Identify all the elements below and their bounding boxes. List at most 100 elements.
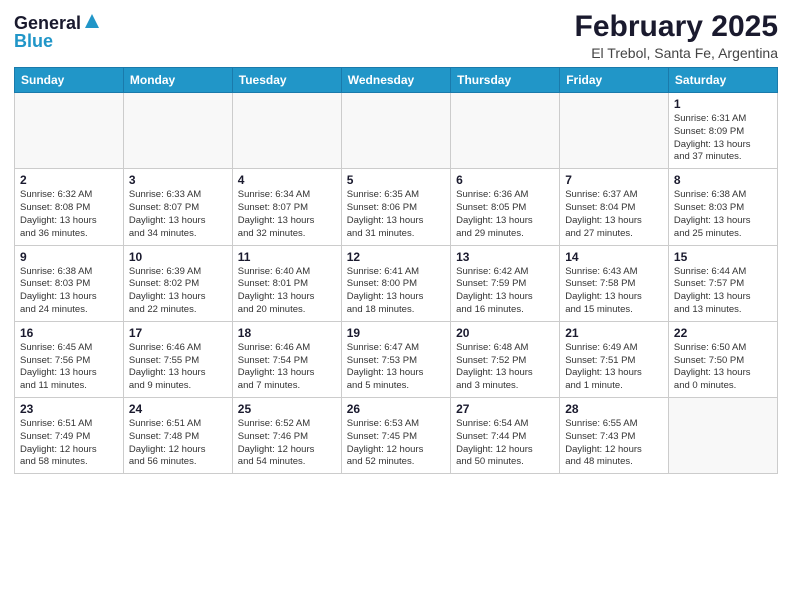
day-cell-3-6: 22 Sunrise: 6:50 AM Sunset: 7:50 PM Dayli… [668,321,777,397]
day-number-2-6: 15 [674,250,772,264]
day-info-4-0: Sunrise: 6:51 AM Sunset: 7:49 PM Dayligh… [20,418,118,469]
day-number-4-1: 24 [129,402,227,416]
day-cell-2-0: 9 Sunrise: 6:38 AM Sunset: 8:03 PM Daylig… [15,245,124,321]
day-cell-2-1: 10Sunrise: 6:39 AM Sunset: 8:02 PM Dayli… [123,245,232,321]
day-cell-0-4 [451,93,560,169]
header-saturday: Saturday [668,68,777,93]
day-info-3-1: Sunrise: 6:46 AM Sunset: 7:55 PM Dayligh… [129,342,227,393]
day-number-3-4: 20 [456,326,554,340]
day-cell-4-5: 28 Sunrise: 6:55 AM Sunset: 7:43 PM Dayli… [560,398,669,474]
day-number-0-6: 1 [674,97,772,111]
header-tuesday: Tuesday [232,68,341,93]
day-cell-3-1: 17 Sunrise: 6:46 AM Sunset: 7:55 PM Dayli… [123,321,232,397]
day-cell-3-2: 18 Sunrise: 6:46 AM Sunset: 7:54 PM Dayli… [232,321,341,397]
day-cell-1-1: 3Sunrise: 6:33 AM Sunset: 8:07 PM Daylig… [123,169,232,245]
day-info-3-6: Sunrise: 6:50 AM Sunset: 7:50 PM Dayligh… [674,342,772,393]
day-info-0-6: Sunrise: 6:31 AM Sunset: 8:09 PM Dayligh… [674,113,772,164]
day-cell-1-2: 4 Sunrise: 6:34 AM Sunset: 8:07 PM Daylig… [232,169,341,245]
page: General Blue February 2025 El Trebol, Sa… [0,0,792,612]
day-number-2-3: 12 [347,250,445,264]
day-number-1-0: 2 [20,173,118,187]
header-wednesday: Wednesday [341,68,450,93]
logo-text-blue: Blue [14,32,53,52]
day-number-4-0: 23 [20,402,118,416]
day-number-1-4: 6 [456,173,554,187]
day-info-1-0: Sunrise: 6:32 AM Sunset: 8:08 PM Dayligh… [20,189,118,240]
day-number-3-1: 17 [129,326,227,340]
day-number-3-3: 19 [347,326,445,340]
day-cell-4-3: 26 Sunrise: 6:53 AM Sunset: 7:45 PM Dayli… [341,398,450,474]
day-cell-2-3: 12 Sunrise: 6:41 AM Sunset: 8:00 PM Dayli… [341,245,450,321]
day-info-1-1: Sunrise: 6:33 AM Sunset: 8:07 PM Dayligh… [129,189,227,240]
day-info-2-5: Sunrise: 6:43 AM Sunset: 7:58 PM Dayligh… [565,266,663,317]
calendar-subtitle: El Trebol, Santa Fe, Argentina [575,45,778,61]
header-sunday: Sunday [15,68,124,93]
day-info-3-2: Sunrise: 6:46 AM Sunset: 7:54 PM Dayligh… [238,342,336,393]
day-cell-1-6: 8 Sunrise: 6:38 AM Sunset: 8:03 PM Daylig… [668,169,777,245]
day-cell-4-2: 25 Sunrise: 6:52 AM Sunset: 7:46 PM Dayli… [232,398,341,474]
day-number-3-0: 16 [20,326,118,340]
day-number-4-3: 26 [347,402,445,416]
day-number-2-5: 14 [565,250,663,264]
day-info-2-1: Sunrise: 6:39 AM Sunset: 8:02 PM Dayligh… [129,266,227,317]
day-number-2-2: 11 [238,250,336,264]
calendar-table: Sunday Monday Tuesday Wednesday Thursday… [14,67,778,474]
weekday-header-row: Sunday Monday Tuesday Wednesday Thursday… [15,68,778,93]
day-number-4-5: 28 [565,402,663,416]
day-number-3-2: 18 [238,326,336,340]
day-number-3-6: 22 [674,326,772,340]
day-info-3-3: Sunrise: 6:47 AM Sunset: 7:53 PM Dayligh… [347,342,445,393]
day-cell-1-4: 6Sunrise: 6:36 AM Sunset: 8:05 PM Daylig… [451,169,560,245]
day-cell-0-3 [341,93,450,169]
day-cell-4-1: 24Sunrise: 6:51 AM Sunset: 7:48 PM Dayli… [123,398,232,474]
day-cell-1-5: 7 Sunrise: 6:37 AM Sunset: 8:04 PM Daylig… [560,169,669,245]
day-number-1-3: 5 [347,173,445,187]
header-friday: Friday [560,68,669,93]
week-row-0: 1 Sunrise: 6:31 AM Sunset: 8:09 PM Daylig… [15,93,778,169]
day-number-1-6: 8 [674,173,772,187]
day-cell-1-3: 5Sunrise: 6:35 AM Sunset: 8:06 PM Daylig… [341,169,450,245]
day-info-2-0: Sunrise: 6:38 AM Sunset: 8:03 PM Dayligh… [20,266,118,317]
day-cell-3-5: 21 Sunrise: 6:49 AM Sunset: 7:51 PM Dayli… [560,321,669,397]
day-info-2-4: Sunrise: 6:42 AM Sunset: 7:59 PM Dayligh… [456,266,554,317]
day-number-3-5: 21 [565,326,663,340]
day-info-4-5: Sunrise: 6:55 AM Sunset: 7:43 PM Dayligh… [565,418,663,469]
day-number-1-5: 7 [565,173,663,187]
day-cell-0-1 [123,93,232,169]
day-cell-4-4: 27 Sunrise: 6:54 AM Sunset: 7:44 PM Dayli… [451,398,560,474]
day-cell-3-4: 20 Sunrise: 6:48 AM Sunset: 7:52 PM Dayli… [451,321,560,397]
day-cell-1-0: 2 Sunrise: 6:32 AM Sunset: 8:08 PM Daylig… [15,169,124,245]
header-thursday: Thursday [451,68,560,93]
day-cell-2-5: 14 Sunrise: 6:43 AM Sunset: 7:58 PM Dayli… [560,245,669,321]
day-info-2-6: Sunrise: 6:44 AM Sunset: 7:57 PM Dayligh… [674,266,772,317]
day-info-4-4: Sunrise: 6:54 AM Sunset: 7:44 PM Dayligh… [456,418,554,469]
day-cell-3-3: 19 Sunrise: 6:47 AM Sunset: 7:53 PM Dayli… [341,321,450,397]
logo: General Blue [14,14,101,52]
day-cell-4-6 [668,398,777,474]
day-info-1-5: Sunrise: 6:37 AM Sunset: 8:04 PM Dayligh… [565,189,663,240]
day-number-4-2: 25 [238,402,336,416]
day-info-3-0: Sunrise: 6:45 AM Sunset: 7:56 PM Dayligh… [20,342,118,393]
day-info-1-6: Sunrise: 6:38 AM Sunset: 8:03 PM Dayligh… [674,189,772,240]
day-cell-3-0: 16 Sunrise: 6:45 AM Sunset: 7:56 PM Dayli… [15,321,124,397]
day-number-4-4: 27 [456,402,554,416]
day-info-2-3: Sunrise: 6:41 AM Sunset: 8:00 PM Dayligh… [347,266,445,317]
week-row-3: 16 Sunrise: 6:45 AM Sunset: 7:56 PM Dayli… [15,321,778,397]
day-number-2-4: 13 [456,250,554,264]
title-area: February 2025 El Trebol, Santa Fe, Argen… [575,10,778,61]
day-info-1-2: Sunrise: 6:34 AM Sunset: 8:07 PM Dayligh… [238,189,336,240]
day-cell-4-0: 23 Sunrise: 6:51 AM Sunset: 7:49 PM Dayli… [15,398,124,474]
day-info-4-2: Sunrise: 6:52 AM Sunset: 7:46 PM Dayligh… [238,418,336,469]
day-number-2-0: 9 [20,250,118,264]
logo-arrow-icon [83,12,101,30]
day-cell-2-6: 15 Sunrise: 6:44 AM Sunset: 7:57 PM Dayli… [668,245,777,321]
day-info-3-4: Sunrise: 6:48 AM Sunset: 7:52 PM Dayligh… [456,342,554,393]
day-info-3-5: Sunrise: 6:49 AM Sunset: 7:51 PM Dayligh… [565,342,663,393]
day-info-4-3: Sunrise: 6:53 AM Sunset: 7:45 PM Dayligh… [347,418,445,469]
day-cell-0-6: 1 Sunrise: 6:31 AM Sunset: 8:09 PM Daylig… [668,93,777,169]
day-cell-0-5 [560,93,669,169]
day-number-1-2: 4 [238,173,336,187]
day-cell-0-0 [15,93,124,169]
week-row-2: 9 Sunrise: 6:38 AM Sunset: 8:03 PM Daylig… [15,245,778,321]
calendar-title: February 2025 [575,10,778,43]
